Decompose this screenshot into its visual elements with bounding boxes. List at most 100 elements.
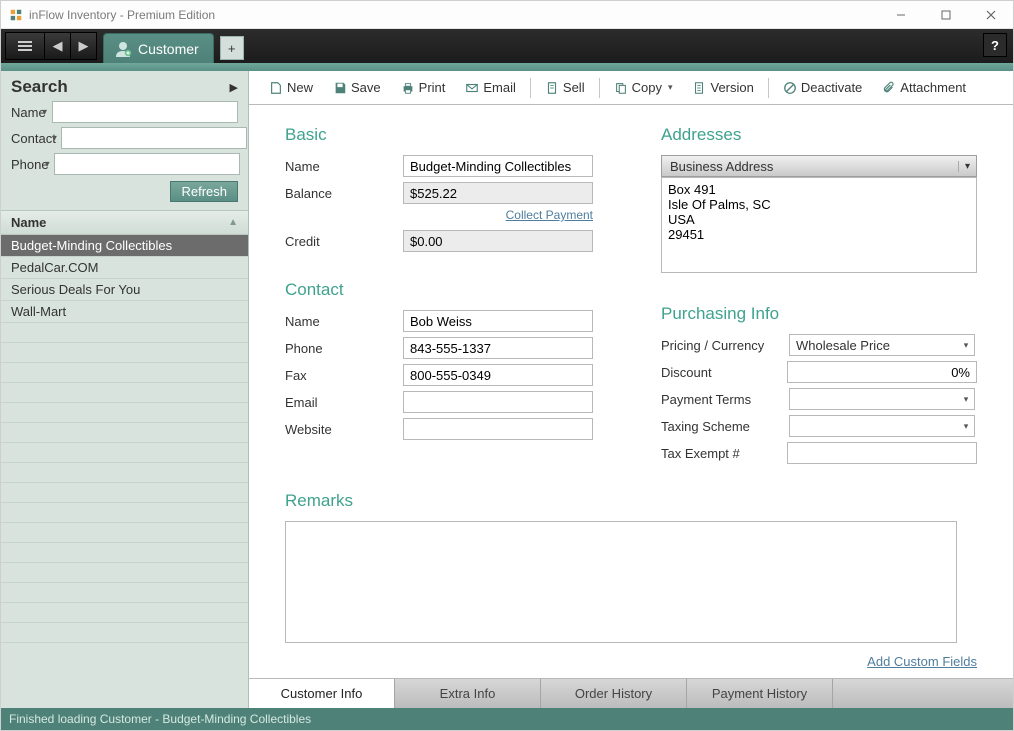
list-item[interactable]: Wall-Mart	[1, 301, 248, 323]
chevron-down-icon[interactable]: ▾	[42, 107, 48, 118]
copy-icon	[614, 81, 628, 95]
search-heading: Search	[11, 77, 68, 97]
tax-select[interactable]: ▾	[789, 415, 975, 437]
pricing-select[interactable]: Wholesale Price▾	[789, 334, 975, 356]
chevron-down-icon: ▾	[668, 82, 673, 93]
form-area: Basic Name Balance Collect Payment Credi…	[249, 105, 1013, 678]
search-contact-input[interactable]	[61, 127, 247, 149]
email-button[interactable]: Email	[457, 77, 524, 98]
search-name-input[interactable]	[52, 101, 238, 123]
copy-button[interactable]: Copy▾	[606, 77, 681, 98]
contact-website-input[interactable]	[403, 418, 593, 440]
list-item[interactable]: Budget-Minding Collectibles	[1, 235, 248, 257]
collect-payment-link[interactable]: Collect Payment	[506, 208, 593, 222]
new-button[interactable]: New	[261, 77, 321, 98]
address-type-select[interactable]: Business Address ▾	[661, 155, 977, 177]
contact-phone-input[interactable]	[403, 337, 593, 359]
terms-label: Payment Terms	[661, 392, 789, 407]
tab-payment-history[interactable]: Payment History	[687, 679, 833, 708]
add-custom-fields-link[interactable]: Add Custom Fields	[867, 654, 977, 669]
tab-filler	[833, 679, 1013, 708]
save-button[interactable]: Save	[325, 77, 389, 98]
close-button[interactable]	[968, 1, 1013, 29]
list-item	[1, 323, 248, 343]
basic-name-input[interactable]	[403, 155, 593, 177]
tab-label: Customer	[138, 41, 199, 57]
search-contact-label: Contact	[11, 131, 56, 146]
tax-label: Taxing Scheme	[661, 419, 789, 434]
save-icon	[333, 81, 347, 95]
exempt-input[interactable]	[787, 442, 977, 464]
new-tab-button[interactable]: +	[220, 36, 244, 60]
attachment-icon	[882, 81, 896, 95]
address-textarea[interactable]	[661, 177, 977, 273]
list-item	[1, 483, 248, 503]
chevron-down-icon: ▾	[958, 161, 976, 172]
toolbar: New Save Print Email Sell Copy▾ Version …	[249, 71, 1013, 105]
section-basic: Basic	[285, 125, 601, 145]
menu-button[interactable]	[5, 32, 45, 60]
list-item	[1, 603, 248, 623]
attachment-button[interactable]: Attachment	[874, 77, 974, 98]
separator	[530, 78, 531, 98]
pricing-label: Pricing / Currency	[661, 338, 789, 353]
version-button[interactable]: Version	[684, 77, 761, 98]
sell-icon	[545, 81, 559, 95]
deactivate-icon	[783, 81, 797, 95]
separator	[599, 78, 600, 98]
exempt-label: Tax Exempt #	[661, 446, 787, 461]
search-phone-label: Phone	[11, 157, 49, 172]
chevron-down-icon: ▾	[958, 340, 974, 351]
chevron-down-icon: ▾	[958, 394, 974, 405]
tab-customer-info[interactable]: Customer Info	[249, 679, 395, 708]
minimize-button[interactable]	[878, 1, 923, 29]
list-item	[1, 363, 248, 383]
app-logo-icon	[9, 8, 23, 22]
maximize-button[interactable]	[923, 1, 968, 29]
section-addresses: Addresses	[661, 125, 977, 145]
chevron-down-icon[interactable]: ▾	[45, 159, 50, 170]
search-phone-input[interactable]	[54, 153, 240, 175]
list-item[interactable]: Serious Deals For You	[1, 279, 248, 301]
nav-forward-button[interactable]: ▶	[71, 32, 97, 60]
list-item[interactable]: PedalCar.COM	[1, 257, 248, 279]
new-icon	[269, 81, 283, 95]
tab-extra-info[interactable]: Extra Info	[395, 679, 541, 708]
list-item	[1, 423, 248, 443]
list-item	[1, 443, 248, 463]
print-button[interactable]: Print	[393, 77, 454, 98]
contact-phone-label: Phone	[285, 341, 403, 356]
terms-select[interactable]: ▾	[789, 388, 975, 410]
customer-list-header[interactable]: Name ▲	[1, 210, 248, 235]
tab-bar: ◀ ▶ Customer + ?	[1, 29, 1013, 63]
contact-name-input[interactable]	[403, 310, 593, 332]
nav-back-button[interactable]: ◀	[45, 32, 71, 60]
chevron-down-icon[interactable]: ▾	[52, 133, 57, 144]
title-bar: inFlow Inventory - Premium Edition	[1, 1, 1013, 29]
section-purchasing: Purchasing Info	[661, 304, 977, 324]
sidebar: Search ▶ Name ▾ Contact ▾ Phone ▾ Refres…	[1, 71, 249, 708]
contact-website-label: Website	[285, 422, 403, 437]
ribbon-strip	[1, 63, 1013, 71]
tab-customer[interactable]: Customer	[103, 33, 214, 63]
contact-name-label: Name	[285, 314, 403, 329]
status-text: Finished loading Customer - Budget-Mindi…	[9, 712, 311, 726]
contact-email-input[interactable]	[403, 391, 593, 413]
refresh-button[interactable]: Refresh	[170, 181, 238, 202]
customer-list: Budget-Minding Collectibles PedalCar.COM…	[1, 235, 248, 708]
remarks-textarea[interactable]	[285, 521, 957, 643]
list-item	[1, 523, 248, 543]
contact-fax-input[interactable]	[403, 364, 593, 386]
list-item	[1, 463, 248, 483]
deactivate-button[interactable]: Deactivate	[775, 77, 870, 98]
collapse-search-icon[interactable]: ▶	[230, 81, 238, 94]
discount-input[interactable]	[787, 361, 977, 383]
version-icon	[692, 81, 706, 95]
list-item	[1, 583, 248, 603]
sell-button[interactable]: Sell	[537, 77, 593, 98]
search-name-label: Name	[11, 105, 46, 120]
tab-order-history[interactable]: Order History	[541, 679, 687, 708]
status-bar: Finished loading Customer - Budget-Mindi…	[1, 708, 1013, 730]
bottom-tabs: Customer Info Extra Info Order History P…	[249, 678, 1013, 708]
help-button[interactable]: ?	[983, 33, 1007, 57]
